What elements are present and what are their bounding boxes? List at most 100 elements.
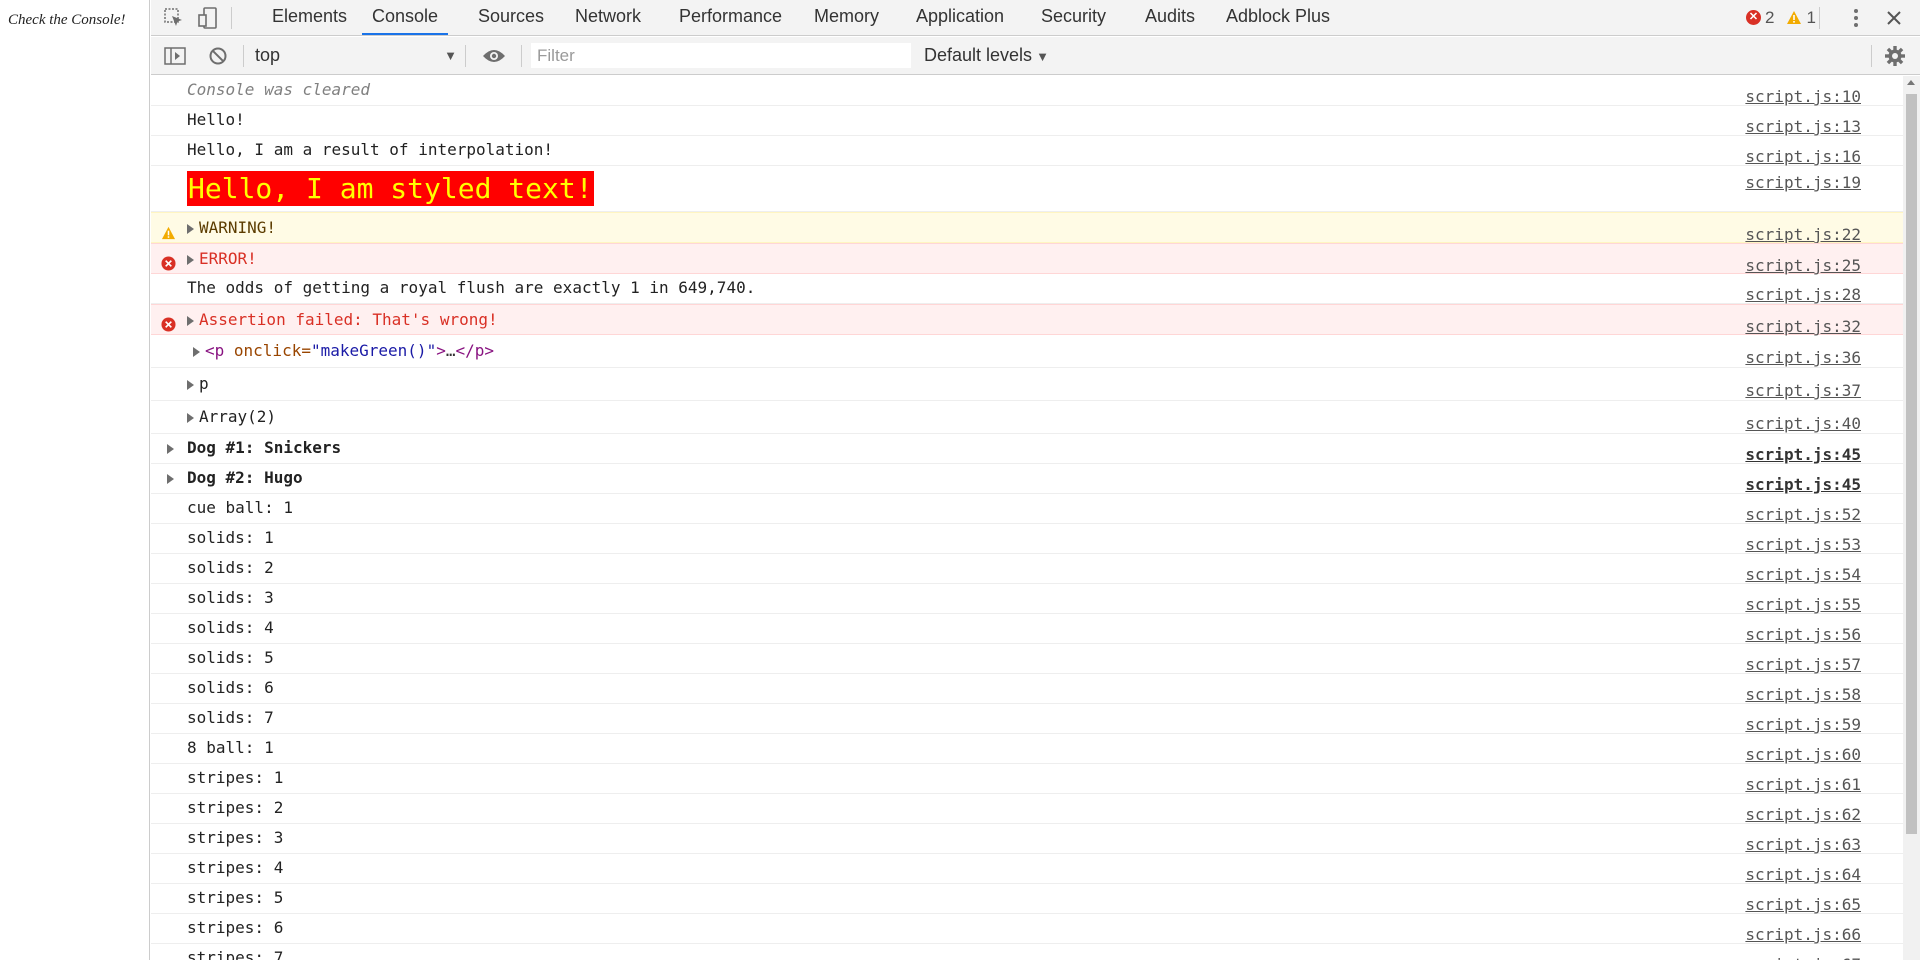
console-message: solids: 3 script.js:55 [151, 584, 1903, 614]
expand-triangle-icon[interactable] [167, 474, 174, 484]
message-text: stripes: 7 [187, 948, 284, 960]
tab-performance[interactable]: Performance [669, 0, 792, 35]
inspect-element-icon[interactable] [157, 0, 191, 35]
message-text: solids: 7 [187, 708, 274, 727]
toolbar-separator [521, 45, 522, 67]
page-viewport: Check the Console! [0, 0, 150, 960]
console-message: cue ball: 1 script.js:52 [151, 494, 1903, 524]
console-message[interactable]: Hello, I am styled text! script.js:19 [151, 166, 1903, 212]
expand-triangle-icon[interactable] [187, 379, 194, 390]
issue-counts[interactable]: ✕ 2 1 [1746, 0, 1816, 35]
error-icon [161, 312, 176, 332]
toolbar-separator [465, 45, 466, 67]
message-text: stripes: 6 [187, 918, 284, 937]
console-message: The odds of getting a royal flush are ex… [151, 274, 1903, 304]
message-text: The odds of getting a royal flush are ex… [187, 278, 756, 297]
warning-count: 1 [1806, 7, 1816, 27]
close-icon[interactable] [1877, 0, 1911, 35]
console-message[interactable]: Dog #2: Hugo script.js:45 [151, 464, 1903, 494]
scrollbar-thumb[interactable] [1906, 94, 1917, 834]
expand-triangle-icon[interactable] [187, 315, 194, 326]
tab-adblock-plus[interactable]: Adblock Plus [1216, 0, 1340, 35]
message-text: stripes: 3 [187, 828, 284, 847]
message-text: solids: 5 [187, 648, 274, 667]
console-message: Hello! script.js:13 [151, 106, 1903, 136]
more-vert-icon[interactable] [1839, 0, 1873, 35]
console-message[interactable]: WARNING! script.js:22 [151, 212, 1903, 244]
console-message: Hello, I am a result of interpolation! sc… [151, 136, 1903, 166]
dropdown-arrow-icon: ▼ [1036, 49, 1049, 64]
console-message: solids: 6 script.js:58 [151, 674, 1903, 704]
tab-application[interactable]: Application [906, 0, 1014, 35]
expand-triangle-icon[interactable] [193, 346, 200, 357]
message-text: stripes: 1 [187, 768, 284, 787]
console-message[interactable]: <p onclick="makeGreen()">…</p> script.js:… [151, 335, 1903, 368]
error-icon: ✕ [1746, 10, 1761, 25]
tab-memory[interactable]: Memory [804, 0, 889, 35]
settings-gear-icon[interactable] [1879, 37, 1911, 74]
message-text: stripes: 4 [187, 858, 284, 877]
console-message: solids: 7 script.js:59 [151, 704, 1903, 734]
filter-input[interactable] [531, 43, 911, 68]
message-text: solids: 2 [187, 558, 274, 577]
expand-triangle-icon[interactable] [167, 444, 174, 454]
clear-console-icon[interactable] [202, 37, 234, 74]
expand-triangle-icon[interactable] [187, 223, 194, 234]
console-message: Console was cleared script.js:10 [151, 76, 1903, 106]
message-text: Dog #1: Snickers [187, 438, 342, 457]
tab-security[interactable]: Security [1031, 0, 1116, 35]
console-message: stripes: 4 script.js:64 [151, 854, 1903, 884]
tab-sources[interactable]: Sources [468, 0, 554, 35]
message-text: Assertion failed: That's wrong! [199, 310, 498, 329]
log-levels-dropdown[interactable]: Default levels ▼ [924, 37, 1049, 74]
log-levels-label: Default levels [924, 45, 1033, 65]
console-message: solids: 5 script.js:57 [151, 644, 1903, 674]
context-selector[interactable]: top ▼ [255, 37, 465, 74]
dom-node-preview[interactable]: <p onclick="makeGreen()">…</p> [205, 335, 494, 366]
tab-elements[interactable]: Elements [262, 0, 357, 35]
console-message[interactable]: Dog #1: Snickers script.js:45 [151, 434, 1903, 464]
devtools-panel: Elements Console Sources Network Perform… [151, 0, 1920, 960]
console-message: stripes: 3 script.js:63 [151, 824, 1903, 854]
console-message: solids: 1 script.js:53 [151, 524, 1903, 554]
console-message: solids: 4 script.js:56 [151, 614, 1903, 644]
source-link[interactable]: script.js:67 [1745, 951, 1861, 960]
source-link[interactable]: script.js:19 [1745, 173, 1861, 192]
tabbar-separator [1819, 7, 1820, 29]
console-message[interactable]: Array(2) script.js:40 [151, 401, 1903, 434]
message-text: solids: 1 [187, 528, 274, 547]
node-attr-name: onclick= [224, 341, 311, 360]
scroll-up-icon[interactable] [1907, 80, 1915, 85]
message-text: Array(2) [199, 407, 277, 426]
warning-icon [161, 220, 176, 240]
tab-console[interactable]: Console [362, 0, 449, 35]
console-message[interactable]: p script.js:37 [151, 368, 1903, 401]
toolbar-separator [1871, 45, 1872, 67]
console-toolbar: top ▼ Default levels▼ [151, 37, 1920, 75]
error-count: 2 [1765, 7, 1775, 27]
console-messages: Console was cleared script.js:10 Hello! scr… [151, 76, 1903, 960]
console-message[interactable]: ERROR! script.js:25 [151, 243, 1903, 275]
expand-triangle-icon[interactable] [187, 412, 194, 423]
tab-audits[interactable]: Audits [1135, 0, 1205, 35]
message-text: 8 ball: 1 [187, 738, 274, 757]
message-text: Hello, I am a result of interpolation! [187, 140, 554, 159]
console-message: stripes: 6 script.js:66 [151, 914, 1903, 944]
sidebar-toggle-icon[interactable] [159, 37, 191, 74]
tab-network[interactable]: Network [565, 0, 651, 35]
device-toolbar-icon[interactable] [191, 0, 225, 35]
toolbar-separator [243, 45, 244, 67]
eye-icon[interactable] [478, 37, 510, 74]
message-text: p [199, 374, 209, 393]
node-tag-mid: > [436, 341, 446, 360]
message-text: cue ball: 1 [187, 498, 293, 517]
page-heading: Check the Console! [8, 12, 126, 28]
console-message: solids: 2 script.js:54 [151, 554, 1903, 584]
console-message[interactable]: Assertion failed: That's wrong! script.js… [151, 304, 1903, 336]
expand-triangle-icon[interactable] [187, 254, 194, 265]
message-text: Hello, I am styled text! [187, 171, 594, 206]
message-text: WARNING! [199, 218, 277, 237]
console-scrollbar[interactable] [1903, 76, 1920, 960]
message-text: solids: 3 [187, 588, 274, 607]
warning-icon [1787, 11, 1802, 24]
